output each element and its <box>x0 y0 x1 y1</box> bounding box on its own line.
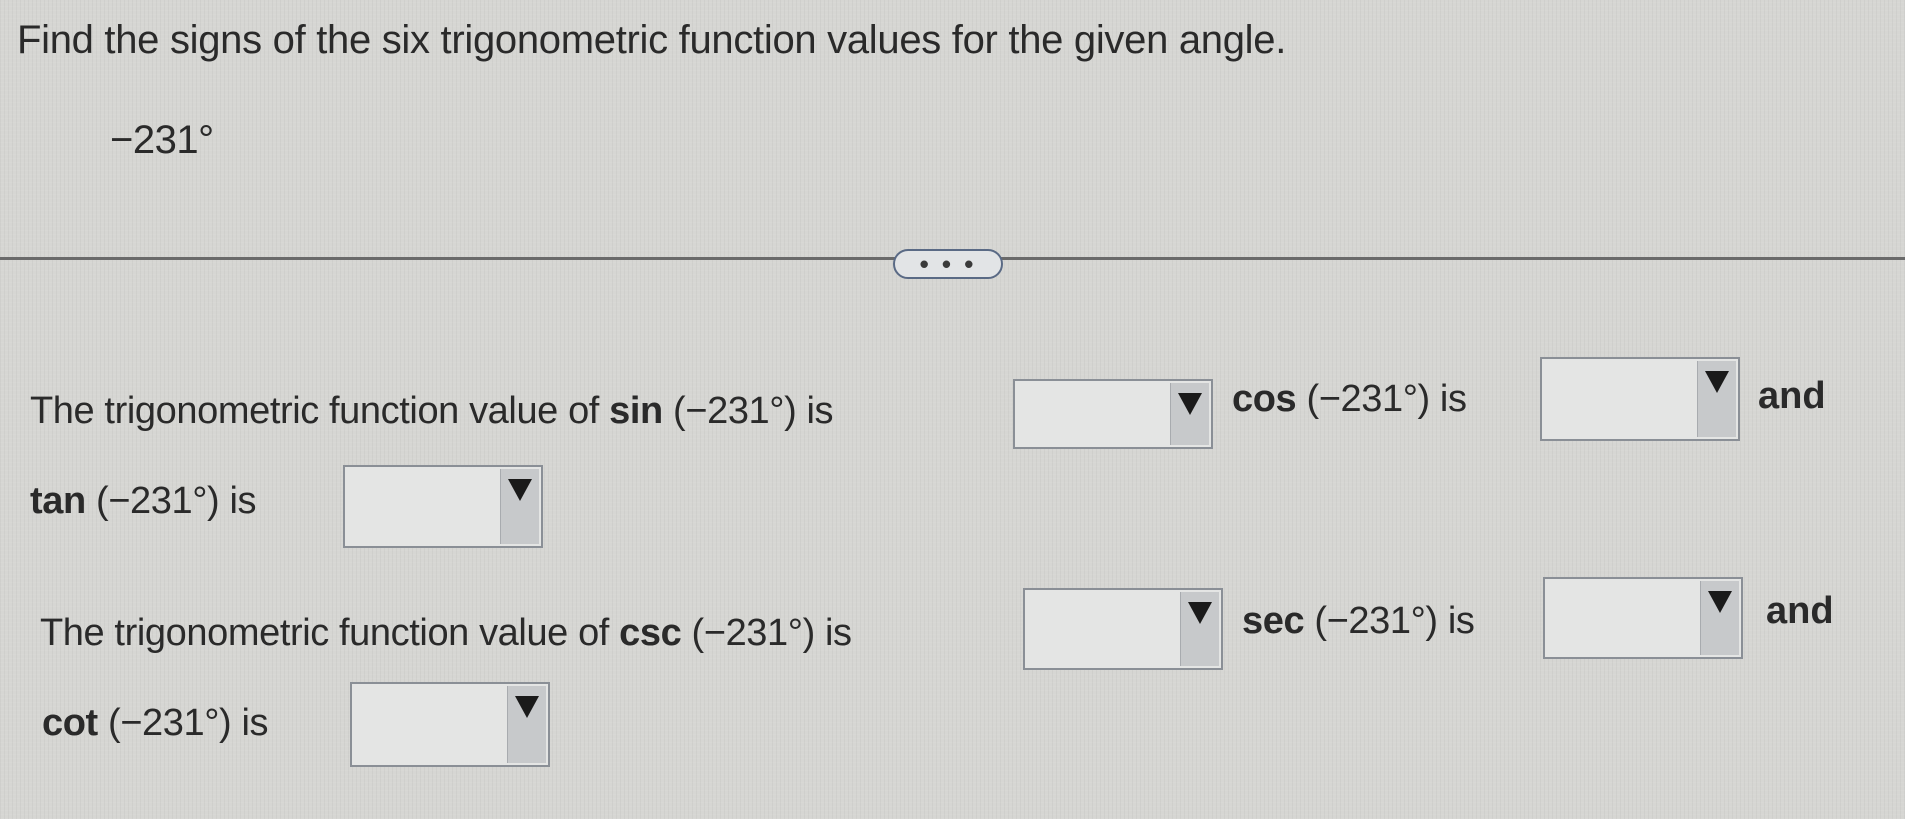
and-text-2: and <box>1766 590 1834 632</box>
sec-label: sec <box>1242 600 1305 642</box>
question2-prefix: The trigonometric function value of <box>40 612 609 654</box>
cos-dropdown-arrow[interactable] <box>1697 361 1736 437</box>
chevron-down-icon <box>1178 393 1202 415</box>
tan-sign-dropdown[interactable] <box>343 465 543 548</box>
sec-argument: (−231°) is <box>1314 600 1475 642</box>
instruction-text: Find the signs of the six trigonometric … <box>17 18 1287 62</box>
more-options-button[interactable]: • • • <box>893 249 1003 279</box>
csc-label: csc <box>619 612 682 654</box>
csc-dropdown-arrow[interactable] <box>1180 592 1219 666</box>
cot-sign-dropdown[interactable] <box>350 682 550 767</box>
and-text-1: and <box>1758 375 1826 417</box>
csc-argument: (−231°) is <box>691 612 853 654</box>
chevron-down-icon <box>1705 371 1729 393</box>
cot-dropdown-arrow[interactable] <box>507 686 546 763</box>
tan-text: tan (−231°) is <box>30 480 256 523</box>
sin-argument: (−231°) is <box>673 390 834 432</box>
question1-line1: The trigonometric function value of sin … <box>30 390 834 433</box>
cos-label: cos <box>1232 378 1297 420</box>
chevron-down-icon <box>1188 602 1212 624</box>
chevron-down-icon <box>508 479 532 501</box>
question1-prefix: The trigonometric function value of <box>30 390 599 432</box>
chevron-down-icon <box>515 696 539 718</box>
sin-label: sin <box>609 390 663 432</box>
sin-sign-dropdown[interactable] <box>1013 379 1213 449</box>
cot-label: cot <box>42 702 98 744</box>
cos-argument: (−231°) is <box>1306 378 1467 420</box>
csc-sign-dropdown[interactable] <box>1023 588 1223 670</box>
sec-dropdown-arrow[interactable] <box>1700 581 1739 655</box>
tan-dropdown-arrow[interactable] <box>500 469 539 544</box>
tan-label: tan <box>30 480 86 522</box>
question2-line1: The trigonometric function value of csc … <box>40 612 852 655</box>
chevron-down-icon <box>1708 591 1732 613</box>
cos-sign-dropdown[interactable] <box>1540 357 1740 441</box>
tan-argument: (−231°) is <box>95 480 257 522</box>
cos-text: cos (−231°) is <box>1232 378 1467 421</box>
given-angle: −231° <box>110 118 214 162</box>
cot-argument: (−231°) is <box>107 702 269 744</box>
sec-text: sec (−231°) is <box>1242 600 1475 643</box>
cot-text: cot (−231°) is <box>42 702 268 745</box>
sin-dropdown-arrow[interactable] <box>1170 383 1209 445</box>
sec-sign-dropdown[interactable] <box>1543 577 1743 659</box>
